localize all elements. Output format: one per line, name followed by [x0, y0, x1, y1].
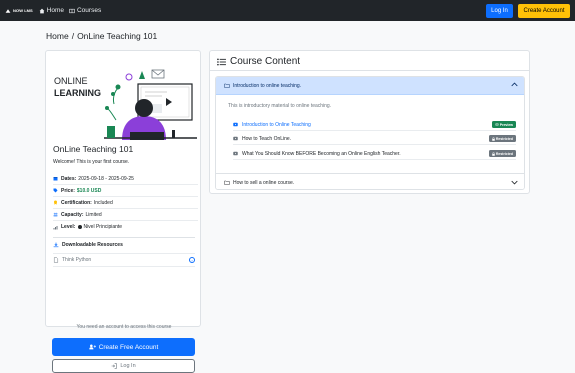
login-outline-label: Log In [120, 363, 136, 369]
course-content-card: Course Content Introduction to online te… [209, 50, 530, 194]
need-account-text: You need an account to access this cours… [76, 324, 172, 330]
meta-level-value: Nivel Principiante [83, 224, 123, 230]
meta-capacity: Capacity: Limited [53, 209, 198, 221]
restricted-badge-label: Restricted [495, 136, 513, 141]
calendar-icon [53, 177, 58, 181]
download-item-label: Think Python [62, 257, 92, 263]
course-welcome-text: Welcome! This is your first course. [53, 159, 130, 165]
level-dot-icon [78, 225, 83, 229]
eye-icon [494, 123, 499, 126]
chevron-down-icon [511, 180, 518, 185]
meta-cert-value: Included [93, 199, 113, 206]
user-plus-icon [88, 344, 96, 350]
course-content-header: Course Content [217, 56, 300, 67]
lock-icon [492, 136, 495, 141]
nav-actions: Log In Create Account [486, 3, 570, 18]
meta-level: Level: Nivel Principiante [53, 221, 198, 233]
nav-home-label: Home [46, 7, 64, 14]
lesson-item[interactable]: What You Should Know BEFORE Becoming an … [233, 148, 516, 160]
chevron-up-icon [511, 82, 518, 87]
lesson-item[interactable]: Introduction to Online Teaching Preview [233, 119, 516, 131]
downloads-title: Downloadable Resources [53, 242, 123, 248]
section-1-intro: This is introductory material to online … [228, 103, 332, 109]
hero-line1: ONLINE [54, 76, 88, 86]
divider [53, 237, 195, 238]
login-icon [111, 363, 118, 369]
create-account-button[interactable]: Create Account [518, 3, 570, 18]
download-item[interactable]: Think Python › [53, 253, 195, 267]
section-2-title: How to sell a online course. [233, 179, 295, 186]
hero-line2: LEARNING [54, 88, 101, 98]
brand-logo-icon [5, 8, 11, 13]
download-icon [53, 242, 59, 248]
course-accordion: Introduction to online teaching. This is… [215, 76, 525, 190]
meta-dates: Dates: 2025-09-18 - 2025-09-25 [53, 173, 198, 185]
meta-dates-key: Dates: [61, 175, 77, 182]
meta-price-key: Price: [61, 187, 75, 194]
folder-icon [224, 180, 230, 185]
course-info-card: ONLINE LEARNING OnLine Teaching 101 Welc… [45, 50, 201, 373]
online-learning-illustration: ONLINE LEARNING [54, 69, 197, 140]
breadcrumb-current: OnLine Teaching 101 [77, 31, 158, 41]
lock-icon [492, 151, 495, 156]
users-icon [53, 212, 58, 217]
folder-open-icon [224, 83, 230, 88]
meta-capacity-key: Capacity: [61, 211, 84, 218]
brand-name: NƠW LMS [13, 8, 33, 13]
create-free-account-button[interactable]: Create Free Account [52, 338, 195, 356]
book-icon [69, 8, 75, 13]
bar-chart-icon [53, 225, 58, 229]
restricted-badge: Restricted [488, 135, 516, 142]
lesson-title: Introduction to Online Teaching [242, 121, 311, 128]
lesson-title: What You Should Know BEFORE Becoming an … [242, 150, 401, 157]
award-icon [54, 200, 57, 205]
nav-home[interactable]: Home [39, 7, 64, 14]
play-circle-icon [233, 122, 238, 127]
course-title: OnLine Teaching 101 [53, 144, 134, 154]
restricted-badge: Restricted [488, 150, 516, 157]
course-content-title: Course Content [230, 56, 301, 67]
lesson-title: How to Teach OnLine. [242, 135, 292, 142]
header-divider [210, 70, 529, 71]
video-icon [233, 151, 238, 156]
section-1-title: Introduction to online teaching. [233, 82, 302, 89]
meta-price-value: $10.0 USD [76, 187, 102, 194]
meta-level-key: Level: [61, 224, 76, 230]
downloads-title-label: Downloadable Resources [62, 242, 123, 248]
video-icon [233, 136, 238, 141]
arrow-right-circle-icon[interactable]: › [189, 257, 195, 263]
meta-certification: Certification: Included [53, 197, 198, 209]
home-icon [39, 8, 45, 13]
meta-dates-value: 2025-09-18 - 2025-09-25 [78, 175, 134, 182]
breadcrumb-home[interactable]: Home [46, 31, 69, 41]
accordion-section-2-header[interactable]: How to sell a online course. [216, 173, 524, 189]
preview-badge-label: Preview [499, 122, 513, 127]
nav-courses[interactable]: Courses [69, 7, 101, 14]
create-free-account-label: Create Free Account [98, 343, 159, 351]
lesson-item[interactable]: How to Teach OnLine. Restricted [233, 133, 516, 145]
preview-badge: Preview [491, 121, 516, 128]
meta-cert-key: Certification: [61, 199, 92, 206]
brand[interactable]: NƠW LMS [5, 8, 33, 14]
breadcrumb-separator: / [71, 31, 75, 41]
top-navbar: NƠW LMS Home Courses Log In Create Accou… [0, 0, 575, 21]
login-outline-button[interactable]: Log In [52, 359, 195, 373]
login-button[interactable]: Log In [486, 3, 513, 18]
file-icon [53, 257, 59, 263]
nav-courses-label: Courses [76, 7, 102, 14]
accordion-section-1-header[interactable]: Introduction to online teaching. [216, 77, 524, 95]
breadcrumb: Home / OnLine Teaching 101 [46, 31, 157, 41]
meta-capacity-value: Limited [85, 211, 102, 218]
list-icon [217, 58, 226, 65]
tag-icon [53, 188, 58, 193]
meta-price: Price: $10.0 USD [53, 185, 198, 197]
restricted-badge-label: Restricted [495, 151, 513, 156]
course-meta-list: Dates: 2025-09-18 - 2025-09-25 Price: $1… [53, 173, 198, 233]
